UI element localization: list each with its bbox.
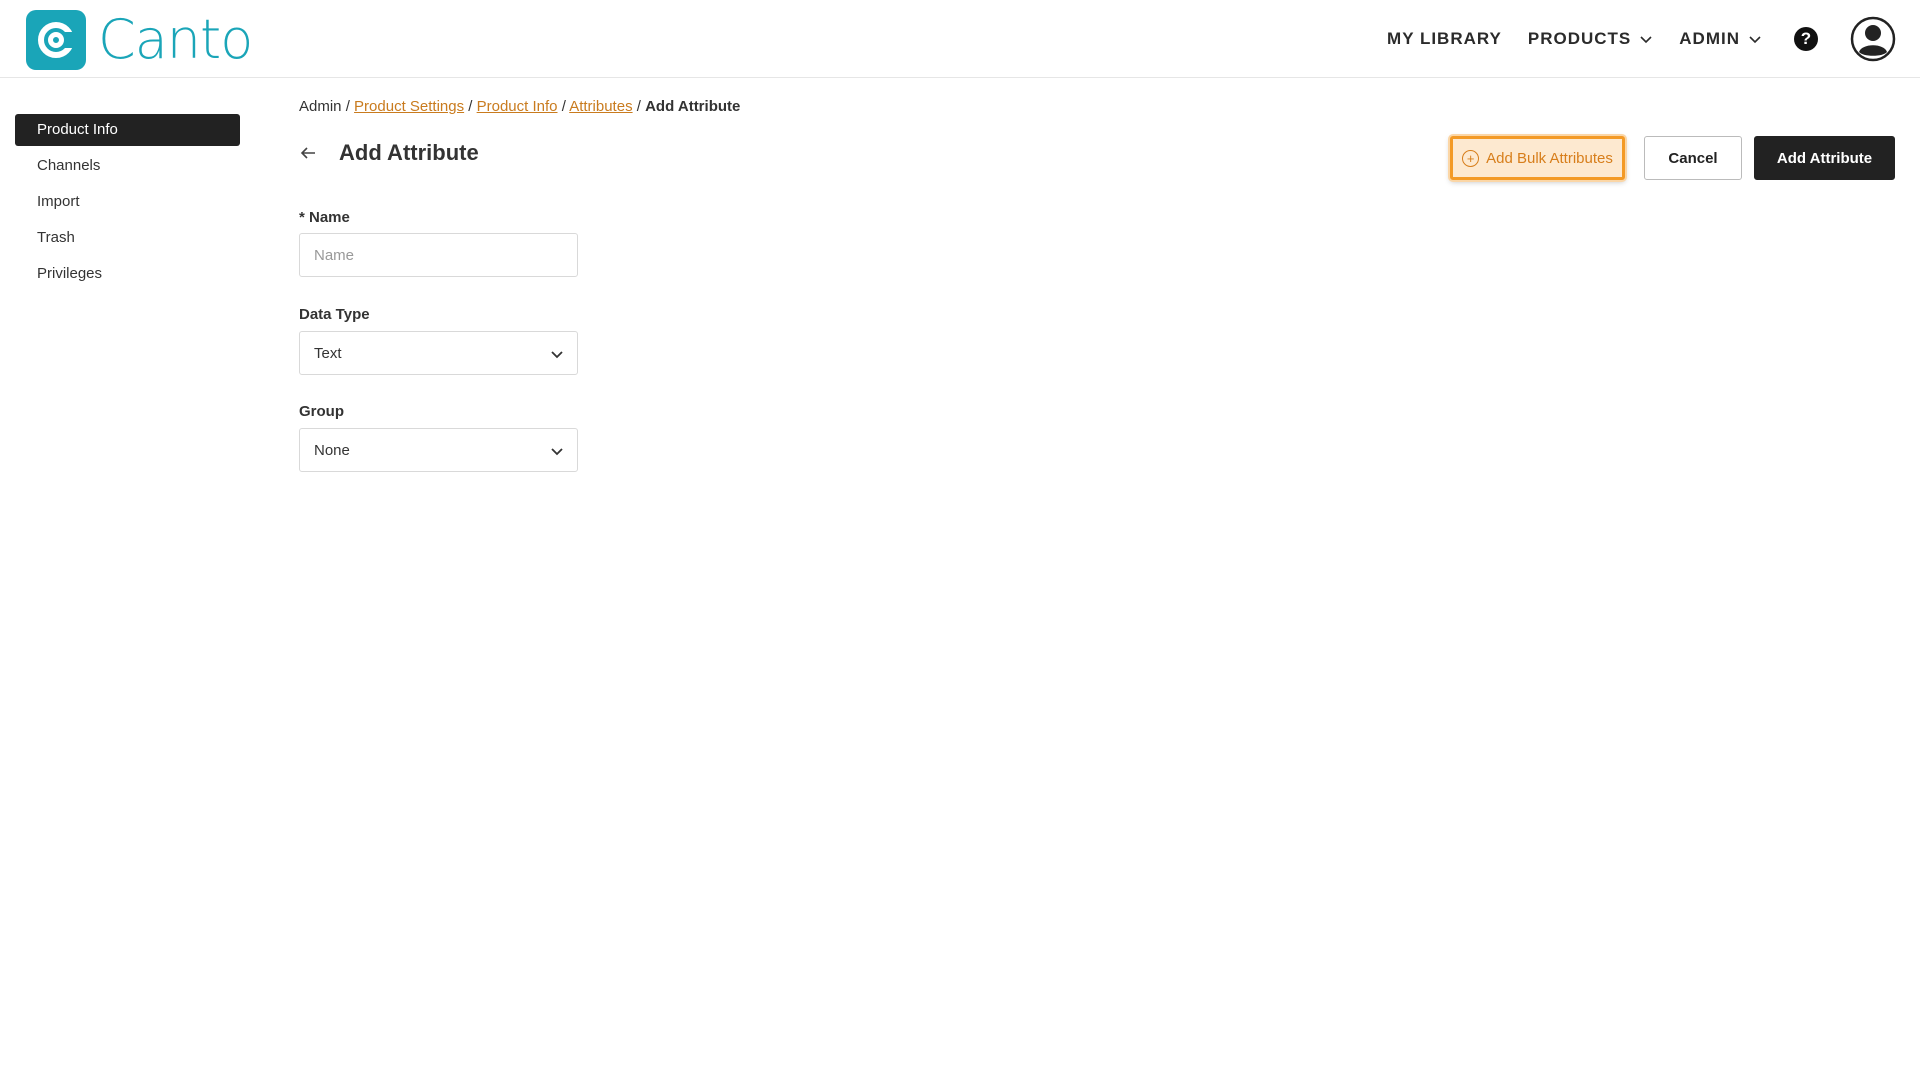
chevron-down-icon bbox=[1640, 36, 1652, 44]
user-avatar-icon[interactable] bbox=[1850, 16, 1896, 62]
logo-text: Canto bbox=[98, 8, 253, 71]
nav-admin-label: ADMIN bbox=[1679, 29, 1740, 48]
add-bulk-attributes-label: Add Bulk Attributes bbox=[1486, 149, 1613, 167]
back-arrow-icon[interactable] bbox=[299, 144, 317, 162]
sidebar-item-privileges[interactable]: Privileges bbox=[15, 258, 240, 290]
help-icon[interactable]: ? bbox=[1794, 27, 1818, 51]
breadcrumb-product-info[interactable]: Product Info bbox=[477, 98, 558, 115]
page-header: Add Attribute bbox=[299, 140, 479, 166]
add-attribute-button[interactable]: Add Attribute bbox=[1754, 136, 1895, 180]
top-bar: Canto MY LIBRARY PRODUCTS ADMIN ? bbox=[0, 0, 1920, 78]
nav-admin[interactable]: ADMIN bbox=[1679, 29, 1762, 49]
sidebar: Product Info Channels Import Trash Privi… bbox=[15, 114, 240, 294]
group-label: Group bbox=[299, 403, 344, 420]
nav-products[interactable]: PRODUCTS bbox=[1528, 29, 1653, 49]
main-nav: MY LIBRARY PRODUCTS ADMIN ? bbox=[1387, 14, 1896, 64]
sidebar-item-product-info[interactable]: Product Info bbox=[15, 114, 240, 146]
breadcrumb-separator: / bbox=[345, 98, 350, 115]
group-value: None bbox=[314, 441, 350, 459]
data-type-value: Text bbox=[314, 344, 342, 362]
group-select[interactable]: None bbox=[299, 428, 578, 472]
breadcrumb-current: Add Attribute bbox=[645, 98, 741, 115]
breadcrumb-separator: / bbox=[468, 98, 473, 115]
name-field-box bbox=[299, 233, 578, 277]
breadcrumb-admin: Admin bbox=[299, 98, 342, 115]
sidebar-item-import[interactable]: Import bbox=[15, 186, 240, 218]
data-type-label: Data Type bbox=[299, 306, 370, 323]
nav-my-library-label: MY LIBRARY bbox=[1387, 29, 1502, 48]
sidebar-item-trash[interactable]: Trash bbox=[15, 222, 240, 254]
page-title: Add Attribute bbox=[339, 140, 479, 165]
breadcrumb-separator: / bbox=[561, 98, 566, 115]
plus-circle-icon: + bbox=[1462, 149, 1480, 167]
add-bulk-attributes-button[interactable]: + Add Bulk Attributes bbox=[1450, 136, 1625, 180]
breadcrumb: Admin / Product Settings / Product Info … bbox=[299, 98, 740, 115]
cancel-button[interactable]: Cancel bbox=[1644, 136, 1742, 180]
breadcrumb-attributes[interactable]: Attributes bbox=[569, 98, 632, 115]
chevron-down-icon bbox=[1749, 36, 1761, 44]
nav-my-library[interactable]: MY LIBRARY bbox=[1387, 29, 1502, 49]
name-input[interactable] bbox=[314, 246, 577, 264]
name-label: * Name bbox=[299, 209, 350, 226]
nav-products-label: PRODUCTS bbox=[1527, 29, 1632, 48]
canto-logo[interactable]: Canto bbox=[26, 8, 253, 71]
data-type-select[interactable]: Text bbox=[299, 331, 578, 375]
breadcrumb-product-settings[interactable]: Product Settings bbox=[354, 98, 464, 115]
sidebar-item-channels[interactable]: Channels bbox=[15, 150, 240, 182]
chevron-down-icon bbox=[551, 351, 563, 359]
canto-logo-icon bbox=[26, 10, 86, 70]
breadcrumb-separator: / bbox=[636, 98, 641, 115]
chevron-down-icon bbox=[551, 448, 563, 456]
